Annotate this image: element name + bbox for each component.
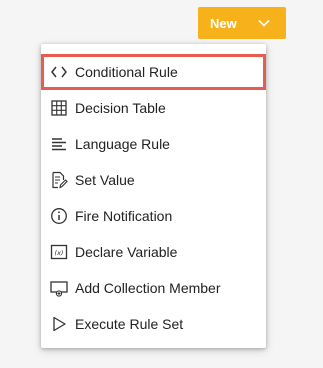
menu-item-execute-rule-set[interactable]: Execute Rule Set [41, 306, 266, 342]
menu-item-decision-table[interactable]: Decision Table [41, 90, 266, 126]
svg-text:(x): (x) [55, 249, 64, 257]
play-triangle-icon [50, 315, 68, 333]
menu-item-language-rule[interactable]: Language Rule [41, 126, 266, 162]
code-brackets-icon [50, 63, 68, 81]
menu-item-label: Declare Variable [75, 244, 178, 260]
new-button-label: New [210, 16, 237, 31]
menu-item-declare-variable[interactable]: (x) Declare Variable [41, 234, 266, 270]
new-dropdown-menu: Conditional Rule Decision Table Language… [41, 44, 266, 348]
menu-item-label: Language Rule [75, 136, 170, 152]
menu-item-conditional-rule[interactable]: Conditional Rule [41, 54, 266, 90]
menu-item-label: Decision Table [75, 100, 166, 116]
variable-box-icon: (x) [50, 243, 68, 261]
text-lines-icon [50, 135, 68, 153]
add-to-collection-icon [50, 279, 68, 297]
menu-item-set-value[interactable]: Set Value [41, 162, 266, 198]
menu-item-label: Execute Rule Set [75, 316, 184, 332]
table-grid-icon [50, 99, 68, 117]
new-button[interactable]: New [198, 7, 286, 39]
menu-item-label: Conditional Rule [75, 64, 178, 80]
menu-item-add-collection-member[interactable]: Add Collection Member [41, 270, 266, 306]
chevron-down-icon[interactable] [256, 15, 272, 31]
edit-document-icon [50, 171, 68, 189]
menu-item-fire-notification[interactable]: Fire Notification [41, 198, 266, 234]
menu-item-label: Fire Notification [75, 208, 173, 224]
menu-item-label: Add Collection Member [75, 280, 221, 296]
menu-item-label: Set Value [75, 172, 135, 188]
info-circle-icon [50, 207, 68, 225]
